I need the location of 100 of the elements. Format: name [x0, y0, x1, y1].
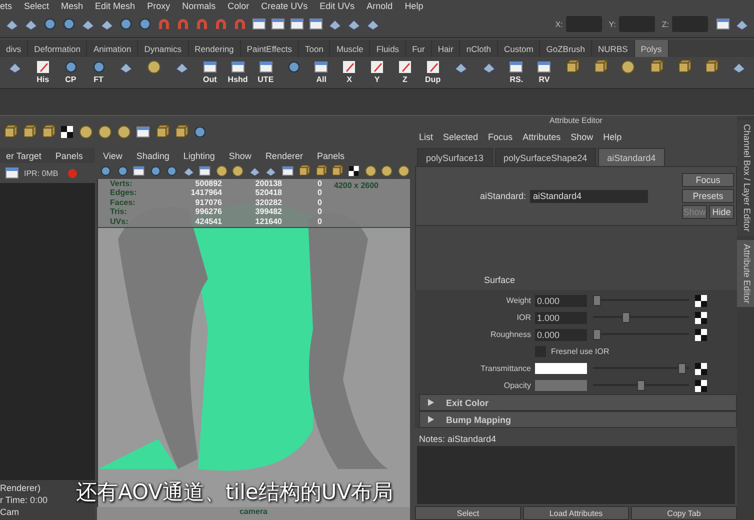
checker-icon[interactable] [59, 124, 75, 140]
window-icon[interactable] [308, 16, 324, 32]
section-header[interactable]: Exit Color [419, 394, 737, 411]
window-icon[interactable] [270, 16, 286, 32]
menu-item[interactable]: Mesh [61, 1, 84, 11]
window-icon[interactable] [135, 124, 151, 140]
panel-button[interactable]: Presets [682, 189, 734, 203]
menu-item[interactable]: Panels [316, 150, 344, 160]
side-tab[interactable]: Attribute Editor [737, 240, 754, 308]
menu-item[interactable]: Selected [443, 132, 478, 142]
slider-thumb[interactable] [637, 380, 645, 391]
cube-icon[interactable] [703, 58, 720, 74]
number-field[interactable]: 0.000 [535, 328, 587, 340]
coordinate-field[interactable] [566, 16, 602, 32]
menu-item[interactable]: Edit Mesh [95, 1, 136, 11]
cube-icon[interactable] [173, 124, 189, 140]
menu-item[interactable]: Help [603, 132, 622, 142]
checker-icon[interactable] [346, 163, 360, 179]
sphere-icon[interactable] [116, 124, 132, 140]
sphere-icon[interactable] [364, 163, 378, 179]
pencil-icon[interactable] [396, 58, 413, 74]
window-icon[interactable] [313, 58, 330, 74]
cube-icon[interactable] [314, 163, 328, 179]
window-icon[interactable] [202, 58, 218, 74]
panel-button[interactable]: Hide [709, 205, 734, 219]
menu-item[interactable]: ets [0, 1, 12, 11]
checker-icon[interactable] [693, 326, 709, 342]
window-icon[interactable] [289, 16, 305, 32]
cube-icon[interactable] [297, 163, 311, 179]
color-swatch[interactable] [535, 380, 587, 391]
pencil-icon[interactable] [369, 58, 386, 74]
shelf-tab[interactable]: Polys [634, 40, 669, 57]
cube-icon[interactable] [592, 58, 608, 74]
menu-item[interactable]: Panels [55, 150, 83, 160]
checker-icon[interactable] [693, 378, 709, 394]
slider-thumb[interactable] [622, 312, 630, 323]
menu-item[interactable]: View [103, 150, 122, 160]
pencil-icon[interactable] [34, 58, 51, 74]
slider-thumb[interactable] [678, 363, 686, 374]
notes-field[interactable] [417, 446, 735, 504]
menu-item[interactable]: Select [24, 1, 50, 11]
node-tab[interactable]: aiStandard4 [598, 148, 665, 166]
section-header[interactable]: Bump Mapping [419, 411, 737, 428]
cube-icon[interactable] [564, 58, 580, 74]
menu-item[interactable]: Attributes [522, 132, 561, 142]
sphere-icon[interactable] [380, 163, 394, 179]
menu-item[interactable]: Show [228, 150, 252, 160]
menu-item[interactable]: Normals [182, 1, 216, 11]
sphere-icon[interactable] [146, 58, 162, 74]
coordinate-field[interactable] [618, 16, 655, 32]
panel-button[interactable]: Focus [682, 173, 734, 187]
slider-thumb[interactable] [593, 329, 601, 340]
pencil-icon[interactable] [424, 58, 441, 74]
color-swatch[interactable] [535, 363, 587, 374]
sphere-icon[interactable] [78, 124, 94, 140]
menu-item[interactable]: Help [404, 1, 424, 11]
bottom-button[interactable]: Select [415, 506, 521, 520]
coordinate-field[interactable] [672, 16, 708, 32]
window-icon[interactable] [230, 58, 246, 74]
sphere-icon[interactable] [214, 163, 228, 179]
window-icon[interactable] [508, 58, 524, 74]
pencil-icon[interactable] [341, 58, 358, 74]
cube-icon[interactable] [648, 58, 664, 74]
cube-icon[interactable] [330, 163, 344, 179]
checker-icon[interactable] [693, 360, 709, 376]
menu-item[interactable]: Edit UVs [320, 1, 355, 11]
menu-item[interactable]: Focus [488, 132, 513, 142]
window-icon[interactable] [536, 58, 552, 74]
sphere-icon[interactable] [396, 163, 410, 179]
window-icon[interactable] [715, 16, 731, 32]
menu-item[interactable]: List [419, 132, 434, 142]
window-icon[interactable] [258, 58, 274, 74]
menu-item[interactable]: Lighting [183, 150, 215, 160]
menu-item[interactable]: er Target [6, 150, 42, 160]
menu-item[interactable]: Color [228, 1, 250, 11]
cube-icon[interactable] [40, 124, 56, 140]
checker-icon[interactable] [693, 310, 709, 326]
node-tab[interactable]: polySurfaceShape24 [494, 148, 596, 166]
bottom-button[interactable]: Copy Tab [631, 506, 737, 520]
menu-item[interactable]: Renderer [265, 150, 303, 160]
menu-item[interactable]: Show [570, 132, 594, 142]
sphere-icon[interactable] [620, 58, 636, 74]
sphere-icon[interactable] [97, 124, 113, 140]
menu-item[interactable]: Arnold [366, 1, 393, 11]
node-name-field[interactable]: aiStandard4 [530, 190, 648, 202]
menu-item[interactable]: Create UVs [261, 1, 308, 11]
sphere-icon[interactable] [231, 163, 245, 179]
shelf-tab[interactable]: Rendering [188, 40, 241, 57]
cube-icon[interactable] [676, 58, 692, 74]
window-icon[interactable] [4, 165, 20, 181]
number-field[interactable]: 0.000 [535, 294, 587, 306]
cube-icon[interactable] [2, 124, 18, 140]
window-icon[interactable] [251, 16, 267, 32]
slider-thumb[interactable] [593, 295, 601, 306]
number-field[interactable]: 1.000 [535, 312, 587, 324]
menu-item[interactable]: Shading [136, 150, 170, 160]
menu-item[interactable]: Proxy [147, 1, 170, 11]
cube-icon[interactable] [154, 124, 170, 140]
cube-icon[interactable] [21, 124, 37, 140]
checker-icon[interactable] [693, 292, 709, 308]
